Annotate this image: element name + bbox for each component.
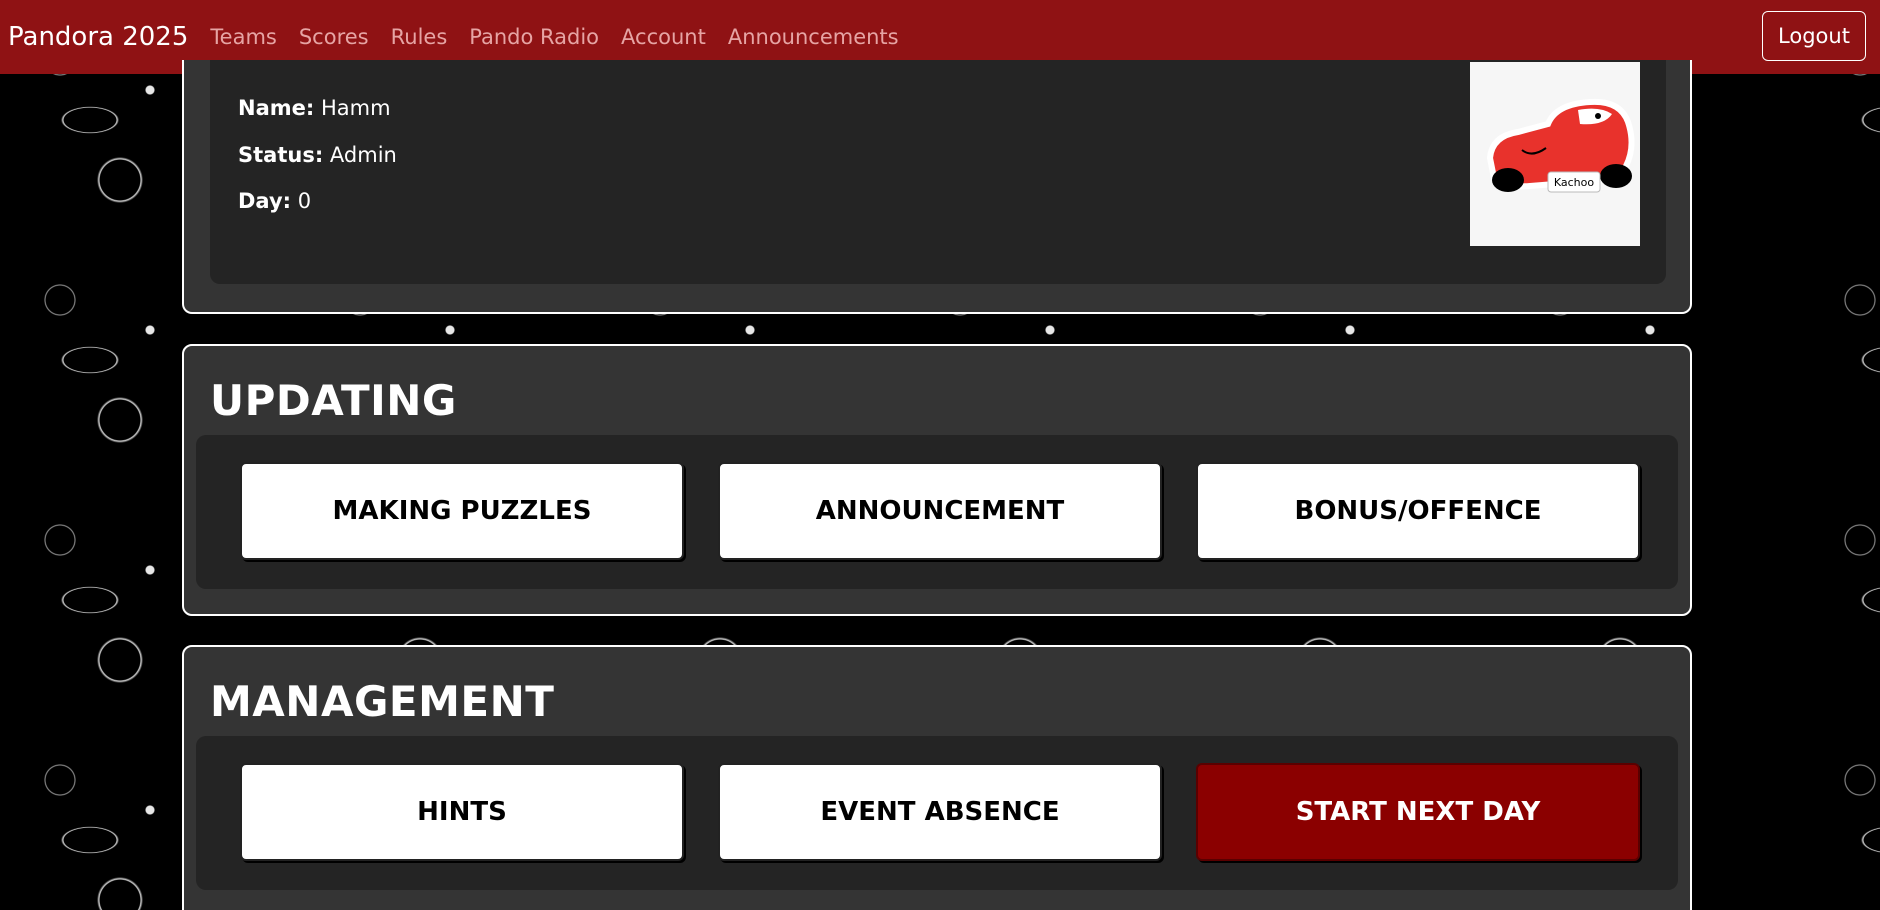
profile-panel: Name: Hamm Status: Admin Day: 0 Kachoo xyxy=(182,60,1692,314)
nav-link-rules[interactable]: Rules xyxy=(391,25,448,49)
car-caption: Kachoo xyxy=(1554,176,1595,189)
updating-panel: UPDATING MAKING PUZZLES ANNOUNCEMENT BON… xyxy=(182,344,1692,616)
nav-link-scores[interactable]: Scores xyxy=(299,25,369,49)
nav-link-announcements[interactable]: Announcements xyxy=(728,25,899,49)
status-label: Status: xyxy=(238,143,324,167)
profile-name-field: Name: Hamm xyxy=(238,96,391,120)
red-cartoon-car-icon: Kachoo xyxy=(1470,62,1640,246)
logout-button[interactable]: Logout xyxy=(1762,11,1866,61)
profile-card: Name: Hamm Status: Admin Day: 0 Kachoo xyxy=(210,60,1666,284)
announcement-button[interactable]: ANNOUNCEMENT xyxy=(718,462,1162,560)
day-value: 0 xyxy=(297,189,312,213)
day-label: Day: xyxy=(238,189,292,213)
event-absence-button[interactable]: EVENT ABSENCE xyxy=(718,763,1162,861)
name-label: Name: xyxy=(238,96,315,120)
management-panel: MANAGEMENT HINTS EVENT ABSENCE START NEX… xyxy=(182,645,1692,910)
car-drawing: Kachoo xyxy=(1486,98,1635,193)
bonus-offence-button[interactable]: BONUS/OFFENCE xyxy=(1196,462,1640,560)
making-puzzles-button[interactable]: MAKING PUZZLES xyxy=(240,462,684,560)
status-value: Admin xyxy=(329,143,397,167)
management-button-row: HINTS EVENT ABSENCE START NEXT DAY xyxy=(196,736,1678,890)
start-next-day-button[interactable]: START NEXT DAY xyxy=(1196,763,1640,861)
nav-link-teams[interactable]: Teams xyxy=(210,25,276,49)
nav-link-account[interactable]: Account xyxy=(621,25,706,49)
profile-day-field: Day: 0 xyxy=(238,189,311,213)
name-value: Hamm xyxy=(320,96,391,120)
nav-links: Teams Scores Rules Pando Radio Account A… xyxy=(210,25,898,49)
updating-title: UPDATING xyxy=(210,376,457,425)
profile-status-field: Status: Admin xyxy=(238,143,397,167)
hints-button[interactable]: HINTS xyxy=(240,763,684,861)
updating-button-row: MAKING PUZZLES ANNOUNCEMENT BONUS/OFFENC… xyxy=(196,435,1678,589)
brand-logo[interactable]: Pandora 2025 xyxy=(8,22,188,52)
nav-link-pando-radio[interactable]: Pando Radio xyxy=(469,25,599,49)
management-title: MANAGEMENT xyxy=(210,677,555,726)
